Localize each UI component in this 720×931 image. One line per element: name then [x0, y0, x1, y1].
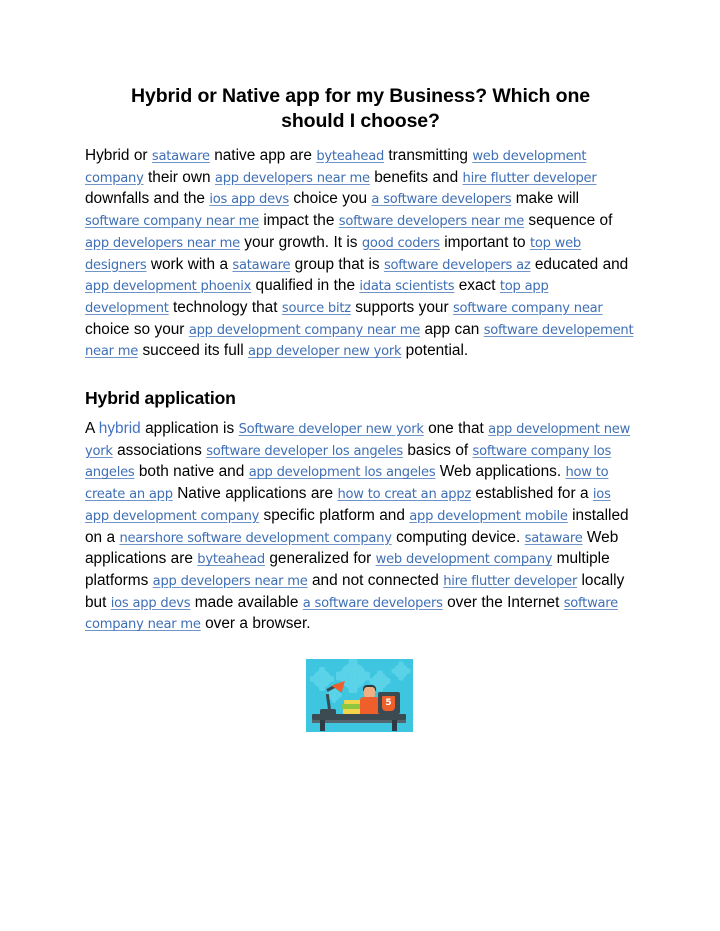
inline-link[interactable]: source bitz: [282, 301, 351, 316]
page-title: Hybrid or Native app for my Business? Wh…: [130, 85, 591, 132]
inline-link[interactable]: software developers az: [384, 258, 531, 273]
inline-link[interactable]: hire flutter developer: [443, 574, 577, 589]
gear-icon: [394, 664, 408, 678]
document-content: Hybrid or Native app for my Business? Wh…: [85, 84, 636, 636]
inline-link[interactable]: app development phoenix: [85, 279, 251, 294]
figure-frame: 5: [302, 655, 417, 736]
inline-link[interactable]: web development company: [376, 552, 553, 567]
paragraph-hybrid-application: A hybrid application is Software develop…: [85, 420, 631, 633]
inline-link[interactable]: software company near me: [85, 214, 259, 229]
inline-link[interactable]: software company near: [453, 301, 603, 316]
document-page: Hybrid or Native app for my Business? Wh…: [0, 0, 720, 931]
lamp-shade-icon: [331, 680, 349, 696]
inline-link[interactable]: nearshore software development company: [119, 531, 392, 546]
inline-link[interactable]: app development mobile: [409, 509, 568, 524]
desk-leg: [392, 720, 397, 731]
inline-link[interactable]: app developers near me: [215, 171, 370, 186]
inline-link[interactable]: byteahead: [316, 149, 384, 164]
inline-link[interactable]: ios app devs: [111, 596, 191, 611]
paragraph-intro: Hybrid or sataware native app are byteah…: [85, 147, 634, 360]
inline-link[interactable]: byteahead: [197, 552, 265, 567]
inline-link[interactable]: good coders: [362, 236, 440, 251]
figure-developer-illustration: 5: [302, 655, 417, 736]
inline-link[interactable]: ios app devs: [209, 192, 289, 207]
inline-link[interactable]: app development los angeles: [249, 465, 436, 480]
inline-link[interactable]: software developers near me: [339, 214, 524, 229]
gear-icon: [313, 670, 331, 688]
inline-link[interactable]: software developer los angeles: [206, 444, 403, 459]
inline-link[interactable]: Software developer new york: [239, 422, 424, 437]
inline-link[interactable]: a software developers: [303, 596, 443, 611]
inline-link[interactable]: a software developers: [371, 192, 511, 207]
inline-keyword: hybrid: [98, 420, 141, 438]
inline-link[interactable]: how to creat an appz: [337, 487, 471, 502]
inline-link[interactable]: idata scientists: [359, 279, 454, 294]
inline-link[interactable]: app developers near me: [85, 236, 240, 251]
inline-link[interactable]: app developer new york: [248, 344, 402, 359]
html5-badge-icon: 5: [382, 696, 395, 711]
inline-link[interactable]: sataware: [152, 149, 210, 164]
inline-link[interactable]: sataware: [232, 258, 290, 273]
desk-leg: [320, 720, 325, 731]
section-heading-hybrid-application: Hybrid application: [85, 388, 236, 409]
inline-link[interactable]: sataware: [525, 531, 583, 546]
inline-link[interactable]: hire flutter developer: [463, 171, 597, 186]
inline-link[interactable]: app development company near me: [189, 323, 421, 338]
inline-link[interactable]: app developers near me: [153, 574, 308, 589]
illustration-canvas: 5: [306, 659, 413, 732]
